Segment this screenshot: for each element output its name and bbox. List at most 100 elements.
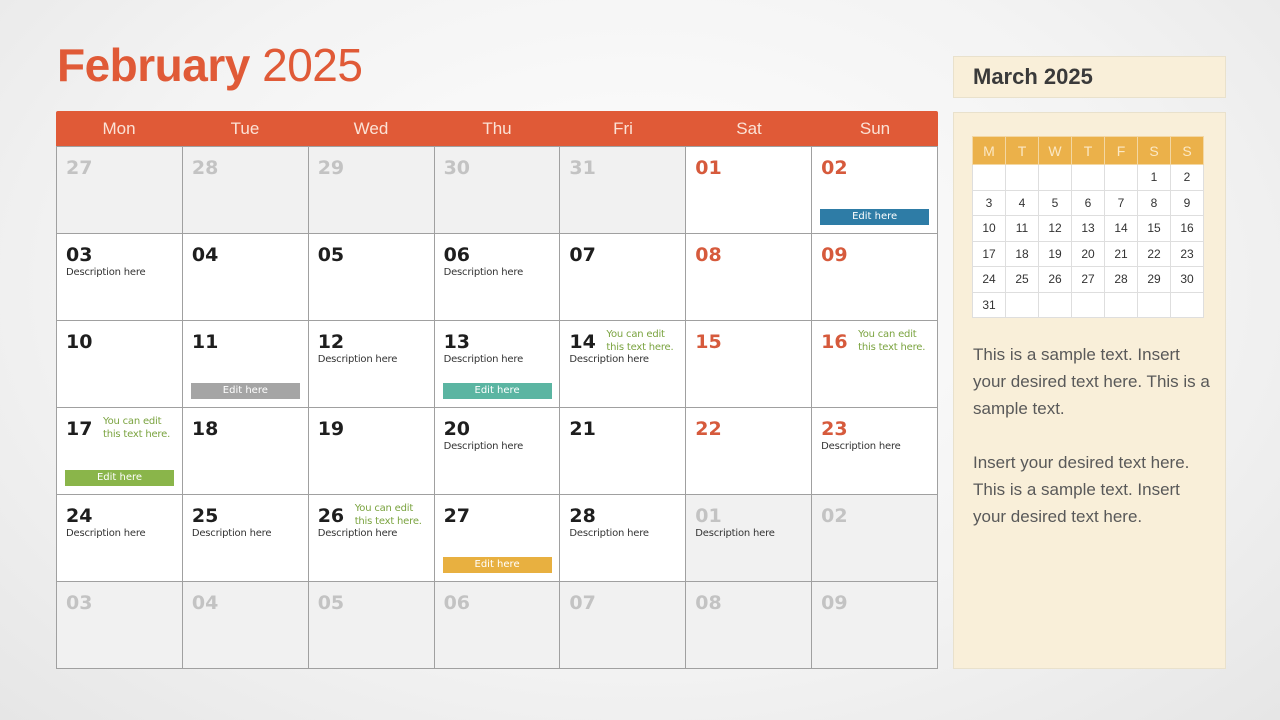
day-cell[interactable]: 01: [686, 147, 813, 234]
day-description[interactable]: Description here: [569, 354, 685, 365]
mini-day-cell[interactable]: 21: [1104, 240, 1138, 267]
mini-day-cell[interactable]: 2: [1170, 164, 1204, 191]
day-cell[interactable]: 07: [560, 234, 687, 321]
mini-day-cell[interactable]: 26: [1038, 266, 1072, 293]
day-note[interactable]: You can edit this text here.: [858, 328, 934, 354]
day-cell[interactable]: 19: [308, 408, 435, 495]
mini-day-cell[interactable]: 12: [1038, 215, 1072, 242]
day-description[interactable]: Description here: [66, 528, 182, 539]
day-cell[interactable]: 13 Description here Edit here: [434, 321, 561, 408]
event-tag[interactable]: Edit here: [820, 209, 930, 225]
event-tag[interactable]: Edit here: [65, 470, 174, 486]
mini-day-cell[interactable]: 20: [1071, 240, 1105, 267]
day-cell[interactable]: 10: [57, 321, 183, 408]
day-cell-outside-month[interactable]: 05: [308, 582, 435, 669]
mini-day-cell[interactable]: 17: [972, 240, 1006, 267]
mini-day-cell[interactable]: 11: [1005, 215, 1039, 242]
day-cell[interactable]: 21: [560, 408, 687, 495]
mini-day-cell[interactable]: 10: [972, 215, 1006, 242]
sidebar-paragraph[interactable]: This is a sample text. Insert your desir…: [973, 341, 1213, 422]
mini-day-cell[interactable]: 14: [1104, 215, 1138, 242]
day-cell[interactable]: 06 Description here: [434, 234, 561, 321]
mini-day-cell[interactable]: 15: [1137, 215, 1171, 242]
day-cell[interactable]: 05: [308, 234, 435, 321]
day-cell[interactable]: 08: [686, 234, 813, 321]
day-cell[interactable]: 25 Description here: [182, 495, 309, 582]
day-cell[interactable]: 04: [182, 234, 309, 321]
day-note[interactable]: You can edit this text here.: [355, 502, 431, 528]
day-cell[interactable]: 11 Edit here: [182, 321, 309, 408]
day-cell-outside-month[interactable]: 06: [434, 582, 561, 669]
day-note[interactable]: You can edit this text here.: [103, 415, 179, 441]
day-cell[interactable]: 23 Description here: [812, 408, 938, 495]
day-cell[interactable]: 09: [812, 234, 938, 321]
day-cell-outside-month[interactable]: 31: [560, 147, 687, 234]
mini-day-cell[interactable]: 9: [1170, 189, 1204, 216]
day-description[interactable]: Description here: [821, 441, 937, 452]
day-cell-outside-month[interactable]: 02: [812, 495, 938, 582]
sidebar-paragraph[interactable]: Insert your desired text here. This is a…: [973, 449, 1213, 530]
day-cell[interactable]: 27 Edit here: [434, 495, 561, 582]
day-cell-outside-month[interactable]: 07: [560, 582, 687, 669]
day-cell-outside-month[interactable]: 01 Description here: [686, 495, 813, 582]
event-tag[interactable]: Edit here: [190, 383, 300, 399]
mini-day-cell[interactable]: 6: [1071, 189, 1105, 216]
day-description[interactable]: Description here: [444, 354, 560, 365]
mini-day-cell[interactable]: 5: [1038, 189, 1072, 216]
day-cell[interactable]: 17 You can edit this text here. Edit here: [57, 408, 183, 495]
day-cell[interactable]: 22: [686, 408, 813, 495]
day-note[interactable]: You can edit this text here.: [606, 328, 682, 354]
mini-day-cell[interactable]: 19: [1038, 240, 1072, 267]
mini-weekday-label: S: [1170, 136, 1204, 165]
day-cell[interactable]: 28 Description here: [560, 495, 687, 582]
day-description[interactable]: Description here: [569, 528, 685, 539]
day-cell-outside-month[interactable]: 08: [686, 582, 813, 669]
day-cell-outside-month[interactable]: 03: [57, 582, 183, 669]
mini-day-cell[interactable]: 27: [1071, 266, 1105, 293]
mini-day-cell[interactable]: 25: [1005, 266, 1039, 293]
day-description[interactable]: Description here: [66, 267, 182, 278]
day-cell[interactable]: 16 You can edit this text here.: [812, 321, 938, 408]
day-cell-outside-month[interactable]: 29: [308, 147, 435, 234]
weekday-label: Thu: [482, 119, 512, 138]
mini-day-cell[interactable]: 4: [1005, 189, 1039, 216]
mini-day-cell[interactable]: 13: [1071, 215, 1105, 242]
mini-day-cell[interactable]: 28: [1104, 266, 1138, 293]
day-cell[interactable]: 12 Description here: [308, 321, 435, 408]
day-description[interactable]: Description here: [695, 528, 811, 539]
title-month: February: [57, 39, 250, 91]
day-cell-outside-month[interactable]: 28: [182, 147, 309, 234]
day-cell-outside-month[interactable]: 30: [434, 147, 561, 234]
day-cell[interactable]: 24 Description here: [57, 495, 183, 582]
day-cell-outside-month[interactable]: 09: [812, 582, 938, 669]
mini-day-cell[interactable]: 31: [972, 291, 1006, 318]
day-cell-outside-month[interactable]: 27: [57, 147, 183, 234]
mini-day-cell: [1038, 291, 1072, 318]
mini-day-cell[interactable]: 16: [1170, 215, 1204, 242]
day-cell[interactable]: 03 Description here: [57, 234, 183, 321]
mini-day-cell[interactable]: 24: [972, 266, 1006, 293]
mini-day-cell[interactable]: 8: [1137, 189, 1171, 216]
day-cell[interactable]: 26 Description here You can edit this text…: [308, 495, 435, 582]
day-cell[interactable]: 14 Description here You can edit this text…: [560, 321, 687, 408]
mini-day-cell[interactable]: 7: [1104, 189, 1138, 216]
day-description[interactable]: Description here: [444, 441, 560, 452]
day-cell-outside-month[interactable]: 04: [182, 582, 309, 669]
mini-day-cell[interactable]: 23: [1170, 240, 1204, 267]
day-description[interactable]: Description here: [192, 528, 308, 539]
day-cell[interactable]: 02 Edit here: [812, 147, 938, 234]
mini-day-cell[interactable]: 3: [972, 189, 1006, 216]
day-cell[interactable]: 15: [686, 321, 813, 408]
day-description[interactable]: Description here: [318, 528, 434, 539]
event-tag[interactable]: Edit here: [442, 557, 552, 573]
day-cell[interactable]: 20 Description here: [434, 408, 561, 495]
mini-day-cell[interactable]: 30: [1170, 266, 1204, 293]
event-tag[interactable]: Edit here: [442, 383, 552, 399]
day-cell[interactable]: 18: [182, 408, 309, 495]
mini-day-cell[interactable]: 1: [1137, 164, 1171, 191]
day-description[interactable]: Description here: [444, 267, 560, 278]
mini-day-cell[interactable]: 22: [1137, 240, 1171, 267]
mini-day-cell[interactable]: 18: [1005, 240, 1039, 267]
day-description[interactable]: Description here: [318, 354, 434, 365]
mini-day-cell[interactable]: 29: [1137, 266, 1171, 293]
